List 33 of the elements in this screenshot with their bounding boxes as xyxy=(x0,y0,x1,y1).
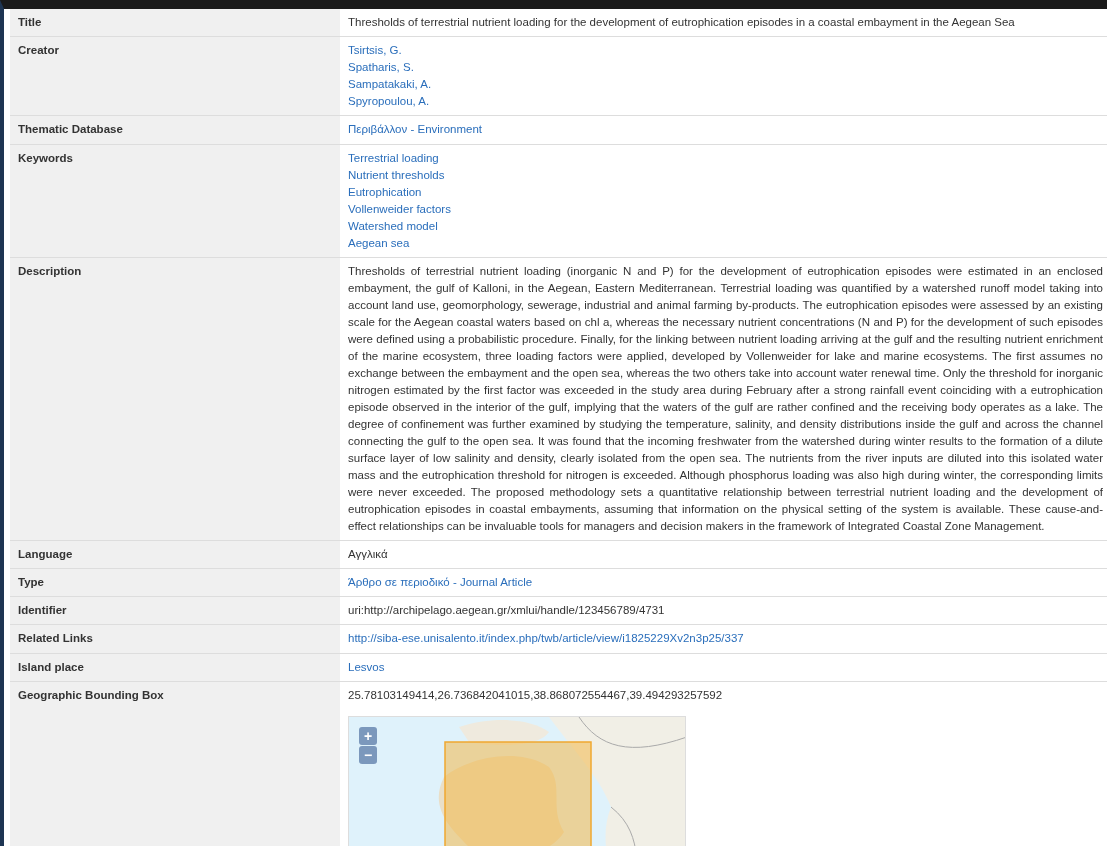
field-label: Type xyxy=(18,575,44,588)
value-link[interactable]: Περιβάλλον - Environment xyxy=(348,121,483,139)
value-link[interactable]: Sampatakaki, A. xyxy=(348,76,432,94)
value-link[interactable]: Lesvos xyxy=(348,658,385,676)
field-label: Identifier xyxy=(18,604,67,616)
field-label: Language xyxy=(18,547,73,560)
value-link[interactable]: Vollenweider factors xyxy=(348,200,451,218)
field-value: Αγγλικά xyxy=(348,546,389,562)
value-link[interactable]: Άρθρο σε περιοδικό - Journal Article xyxy=(348,573,533,591)
field-label: Keywords xyxy=(18,151,73,164)
value-link[interactable]: http://siba-ese.unisalento.it/index.php/twb/article/view/i1825229Xv2n3p25/337 xyxy=(348,630,744,648)
field-label: Description xyxy=(18,264,82,277)
map-view[interactable]: + − xyxy=(348,715,686,846)
value-link[interactable]: Watershed model xyxy=(348,217,438,235)
value-link[interactable]: Terrestrial loading xyxy=(348,149,439,167)
field-value: uri:http://archipelago.aegean.gr/xmlui/handle/123456789/4731 xyxy=(348,603,666,618)
value-link[interactable]: Aegean sea xyxy=(348,234,410,252)
description-text: Thresholds of terrestrial nutrient loading (inorganic N and P) for the development of eutrophication episodes were estimated in an enclosed embayment, the gulf of Kalloni, in the Aegean, Eastern Mediterranean. Terrestrial loading was quantified by a watershed runoff model taking into account land use, geomorphology, sewerage, industrial and animal farming by-products. The eutrophication episodes were assessed by an existing scale for the Aegean coastal waters based on chl a, whereas the necessary nutrient concentrations (N and P) for the development of such episodes were defined using a probabilistic procedure. Finally, for the linking between nutrient loading arriving at the gulf and the resulting nutrient enrichment of the marine ecosystem, three loading factors were applied, developed by Vollenweider for lake and marine ecosystems. The first assumes no exchange between the embayment and the open sea, whereas the two others take into account water renewal time. Only the threshold for inorganic nitrogen estimated by the first factor was exceeded in the study area during February after a strong rainfall event coinciding with a eutrophication episode observed in the interior of the gulf, implying that the waters of the gulf are rather confined and the receiving body operates as a lake. The degree of confinement was further examined by studying the temperature, salinity, and density distributions inside the gulf and across the channel connecting the gulf to the open sea. It was found that the incoming freshwater from the watershed during winter results to the formation of a dilute surface layer of low salinity and density, clearly isolated from the open sea. The nutrients from the river inputs are diluted into this isolated water mass and the eutrophication threshold for nitrogen is exceeded. Although phosphorus loading was also high during winter, the corresponding limits were never exceeded. The proposed methodology sets a quantitative relationship between terrestrial nutrient loading and the development of eutrophication episodes in coastal embayments, assuming that information on the physical setting of the system is available. These cause-and-effect relationships can be invaluable tools for managers and decision makers in the framework of Integrated Coastal Zone Management. xyxy=(348,263,1103,534)
field-label: Island place xyxy=(18,660,84,673)
value-link[interactable]: Nutrient thresholds xyxy=(348,166,445,184)
field-value: Thresholds of terrestrial nutrient loading for the development of eutrophication episodes in a coastal embayment in the Aegean Sea xyxy=(348,15,1016,30)
zoom-in-button[interactable]: + xyxy=(359,726,377,745)
field-label: Thematic Database xyxy=(18,123,123,136)
value-link[interactable]: Tsirtsis, G. xyxy=(348,42,402,60)
value-link[interactable]: Eutrophication xyxy=(348,183,422,201)
zoom-out-button[interactable]: − xyxy=(359,745,377,764)
field-label: Creator xyxy=(18,44,59,57)
field-value: 25.78103149414,26.736842041015,38.868072554467,39.494293257592 xyxy=(348,687,724,703)
value-link[interactable]: Spyropoulou, A. xyxy=(348,93,430,111)
field-label: Related Links xyxy=(18,632,93,645)
field-label: Geographic Bounding Box xyxy=(18,688,164,701)
field-label: Title xyxy=(18,16,42,28)
value-link[interactable]: Spatharis, S. xyxy=(348,59,414,77)
